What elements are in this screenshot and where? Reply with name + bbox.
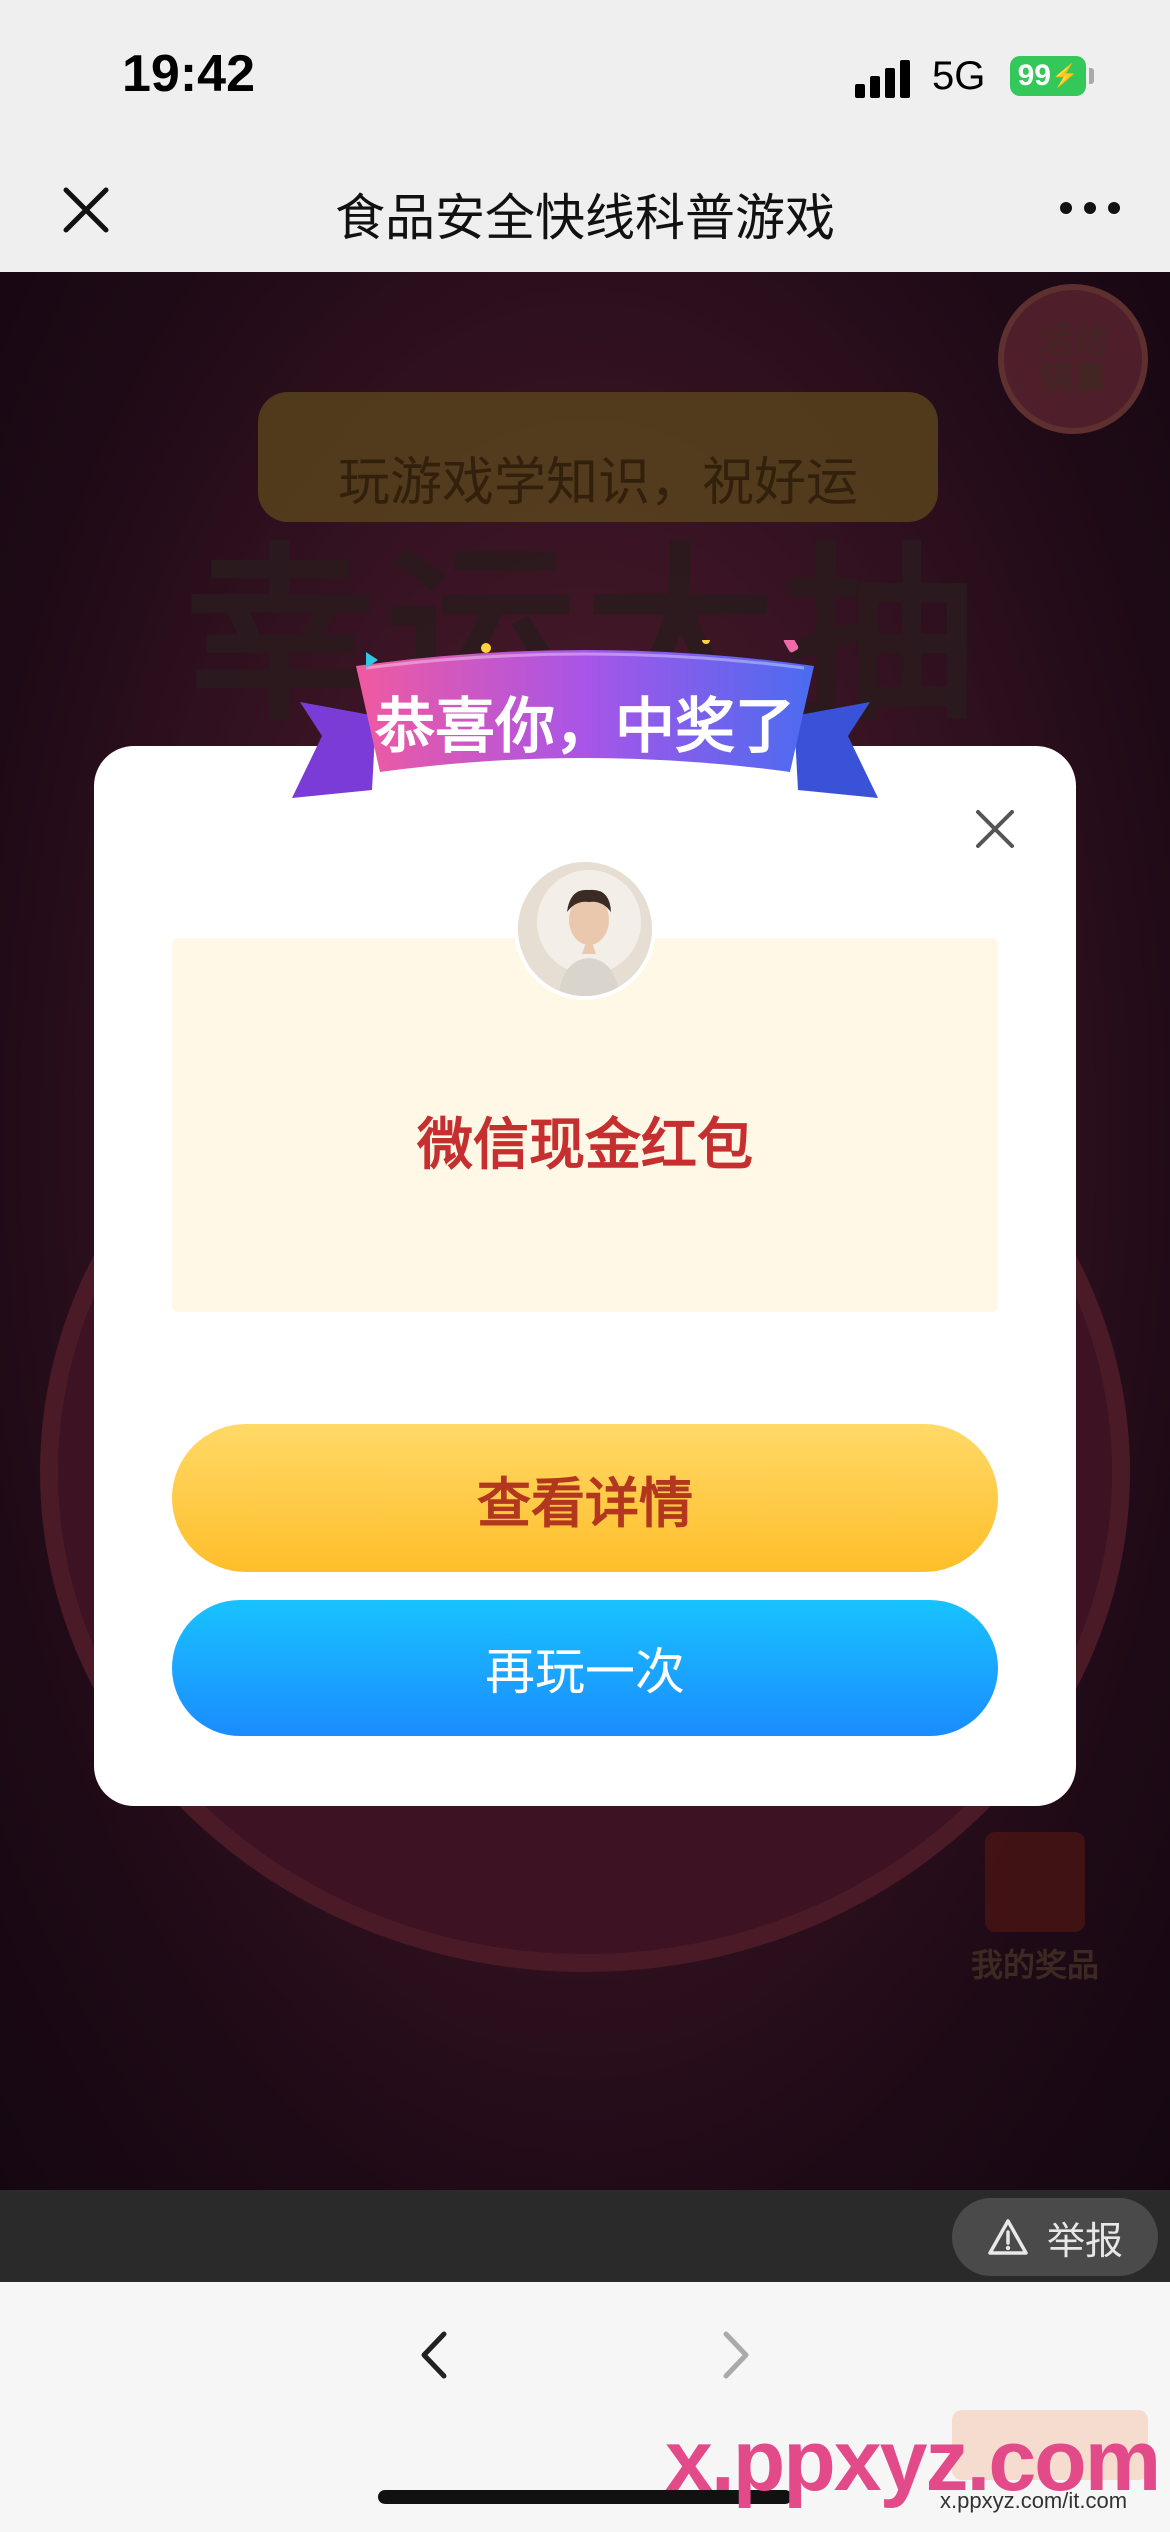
page-title: 食品安全快线科普游戏	[335, 189, 835, 247]
my-prizes-entry: 我的奖品	[960, 1822, 1110, 1992]
battery-icon: 99 ⚡	[1010, 56, 1086, 96]
activity-tips-label: 活动 锦囊	[1039, 321, 1107, 399]
battery-level: 99	[1017, 59, 1051, 92]
chevron-right-icon[interactable]	[700, 2320, 770, 2390]
congrats-title: 恭喜你，中奖了	[375, 692, 795, 762]
network-type: 5G	[932, 54, 986, 98]
nav-bar: 食品安全快线科普游戏	[0, 150, 1170, 272]
chevron-left-icon[interactable]	[400, 2320, 470, 2390]
view-details-button[interactable]: 查看详情	[172, 1424, 998, 1572]
play-again-button[interactable]: 再玩一次	[172, 1600, 998, 1736]
status-time: 19:42	[122, 45, 255, 103]
warning-icon	[988, 2219, 1028, 2255]
avatar	[514, 858, 656, 1000]
prize-name: 微信现金红包	[417, 1113, 753, 1178]
report-label: 举报	[1046, 2218, 1123, 2263]
status-bar: 19:42 5G 99 ⚡	[0, 0, 1170, 150]
gift-icon	[985, 1832, 1085, 1932]
report-button[interactable]: 举报	[952, 2198, 1158, 2276]
my-prizes-label: 我的奖品	[970, 1946, 1099, 1984]
close-icon[interactable]	[970, 804, 1020, 854]
more-icon[interactable]	[1060, 202, 1120, 218]
watermark-subtext: x.ppxyz.com/it.com	[940, 2488, 1128, 2513]
signal-icon	[855, 58, 915, 98]
battery-tip	[1089, 68, 1094, 84]
